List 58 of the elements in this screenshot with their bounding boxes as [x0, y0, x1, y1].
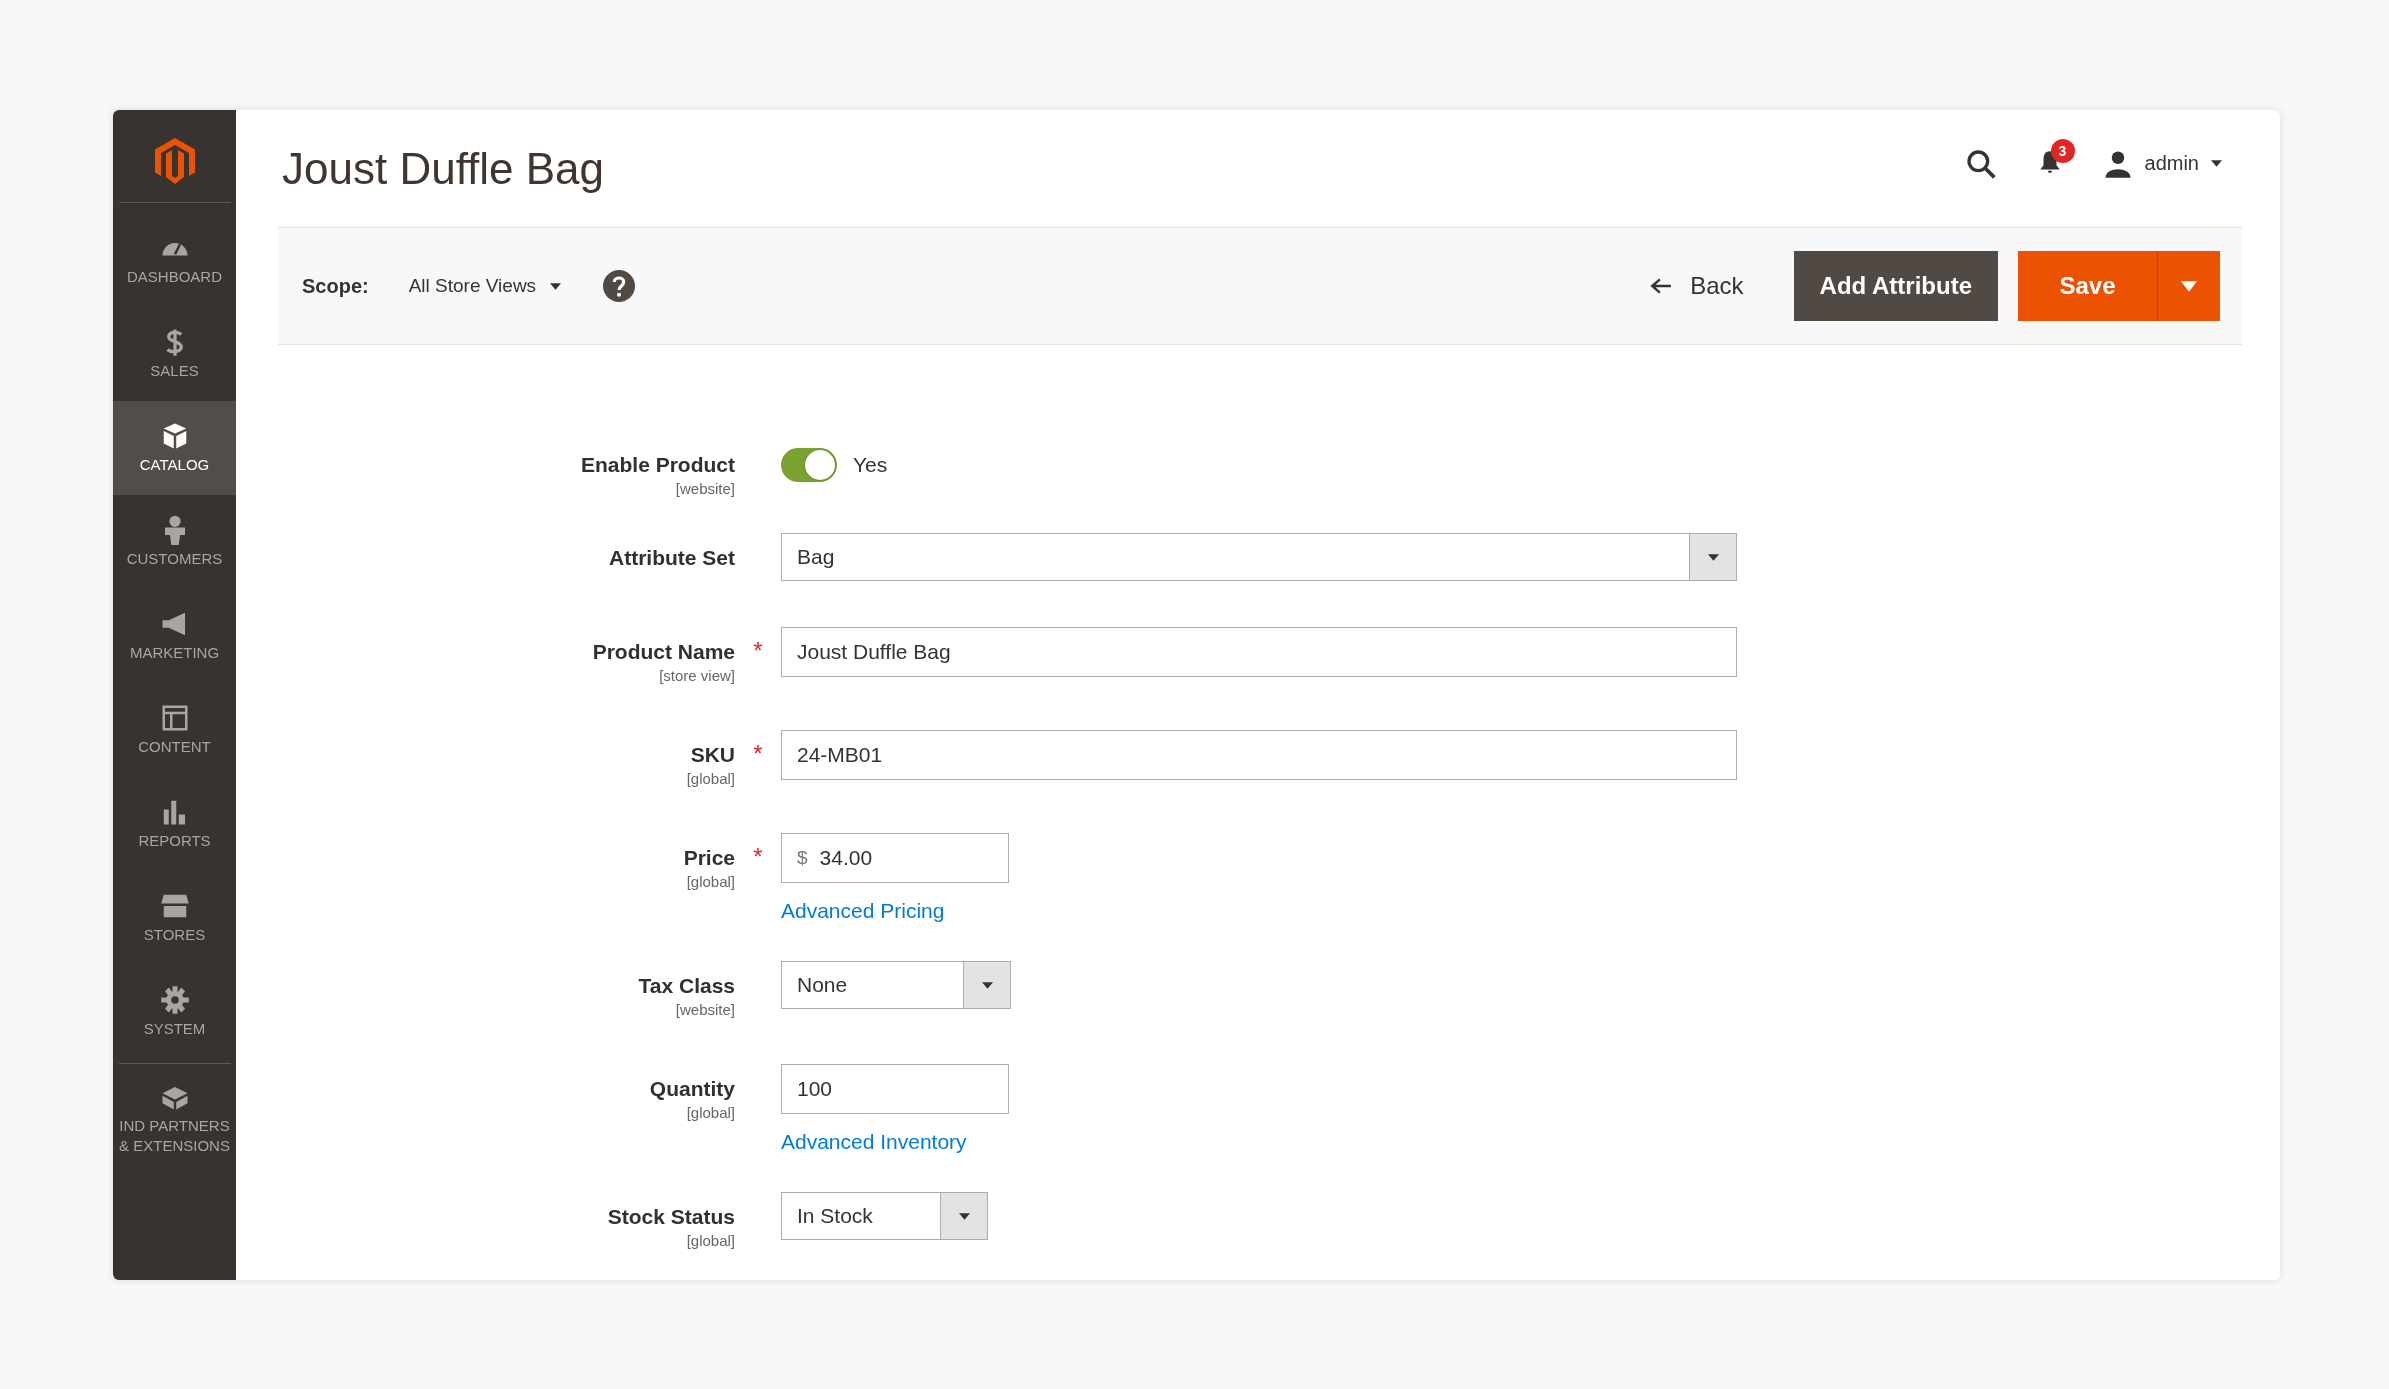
text-field[interactable]: 24-MB01: [781, 730, 1737, 780]
select-field[interactable]: In Stock: [781, 1192, 988, 1240]
scope-hint: [website]: [675, 1001, 735, 1018]
link[interactable]: Advanced Pricing: [781, 899, 945, 923]
sidebar-item[interactable]: CATALOG: [113, 401, 236, 495]
caret-icon: [981, 981, 993, 989]
sidebar-item[interactable]: MARKETING: [113, 589, 236, 683]
field-label: Stock Status: [607, 1205, 735, 1229]
sidebar-item[interactable]: REPORTS: [113, 777, 236, 871]
scope-hint: [global]: [686, 1104, 735, 1121]
sidebar-item[interactable]: IND PARTNERS & EXTENSIONS: [113, 1072, 236, 1166]
text-field[interactable]: 100: [781, 1064, 1009, 1114]
sidebar-item[interactable]: SALES: [113, 307, 236, 401]
link[interactable]: Advanced Inventory: [781, 1130, 967, 1154]
scope-label: Scope:: [302, 274, 369, 298]
arrow-left-icon: [1650, 277, 1673, 295]
field-label: Enable Product: [580, 453, 735, 477]
text-field[interactable]: Joust Duffle Bag: [781, 627, 1737, 677]
required-mark: *: [753, 843, 763, 870]
field-label: Tax Class: [638, 974, 735, 998]
add-attribute-button[interactable]: Add Attribute: [1793, 251, 1998, 321]
back-button[interactable]: Back: [1644, 271, 1750, 301]
field-label: Price: [683, 846, 735, 870]
scope-hint: [global]: [686, 1232, 735, 1249]
scope-hint: [store view]: [659, 667, 735, 684]
select-field[interactable]: Bag: [781, 533, 1737, 581]
user-menu[interactable]: admin: [2102, 148, 2222, 179]
gear-icon: [159, 985, 190, 1015]
caret-icon: [958, 1212, 970, 1220]
sidebar-item[interactable]: DASHBOARD: [113, 213, 236, 307]
field-label: SKU: [690, 743, 735, 767]
required-mark: *: [753, 637, 763, 664]
field-label: Quantity: [649, 1077, 735, 1101]
scope-dropdown[interactable]: All Store Views: [408, 275, 562, 297]
notification-badge: 3: [2050, 138, 2075, 163]
scope-hint: [global]: [686, 770, 735, 787]
sidebar-item[interactable]: SYSTEM: [113, 965, 236, 1059]
page-title: Joust Duffle Bag: [282, 143, 605, 194]
caret-icon: [2181, 280, 2197, 292]
sidebar-item[interactable]: STORES: [113, 871, 236, 965]
toggle-switch[interactable]: [781, 448, 837, 482]
select-field[interactable]: None: [781, 961, 1011, 1009]
price-field[interactable]: $ 34.00: [781, 833, 1009, 883]
scope-hint: [global]: [686, 873, 735, 890]
toggle-value: Yes: [853, 453, 888, 477]
caret-icon: [2211, 160, 2222, 167]
caret-icon: [550, 282, 562, 290]
scope-hint: [website]: [675, 480, 735, 497]
logo-icon: [154, 138, 195, 184]
field-label: Attribute Set: [609, 546, 735, 570]
caret-icon: [1707, 553, 1719, 561]
field-label: Product Name: [592, 640, 735, 664]
required-mark: *: [753, 740, 763, 767]
sidebar-item[interactable]: CUSTOMERS: [113, 495, 236, 589]
sidebar-item[interactable]: CONTENT: [113, 683, 236, 777]
save-button[interactable]: Save: [2018, 251, 2157, 321]
search-icon[interactable]: [1964, 147, 1997, 180]
help-icon[interactable]: [603, 270, 636, 302]
